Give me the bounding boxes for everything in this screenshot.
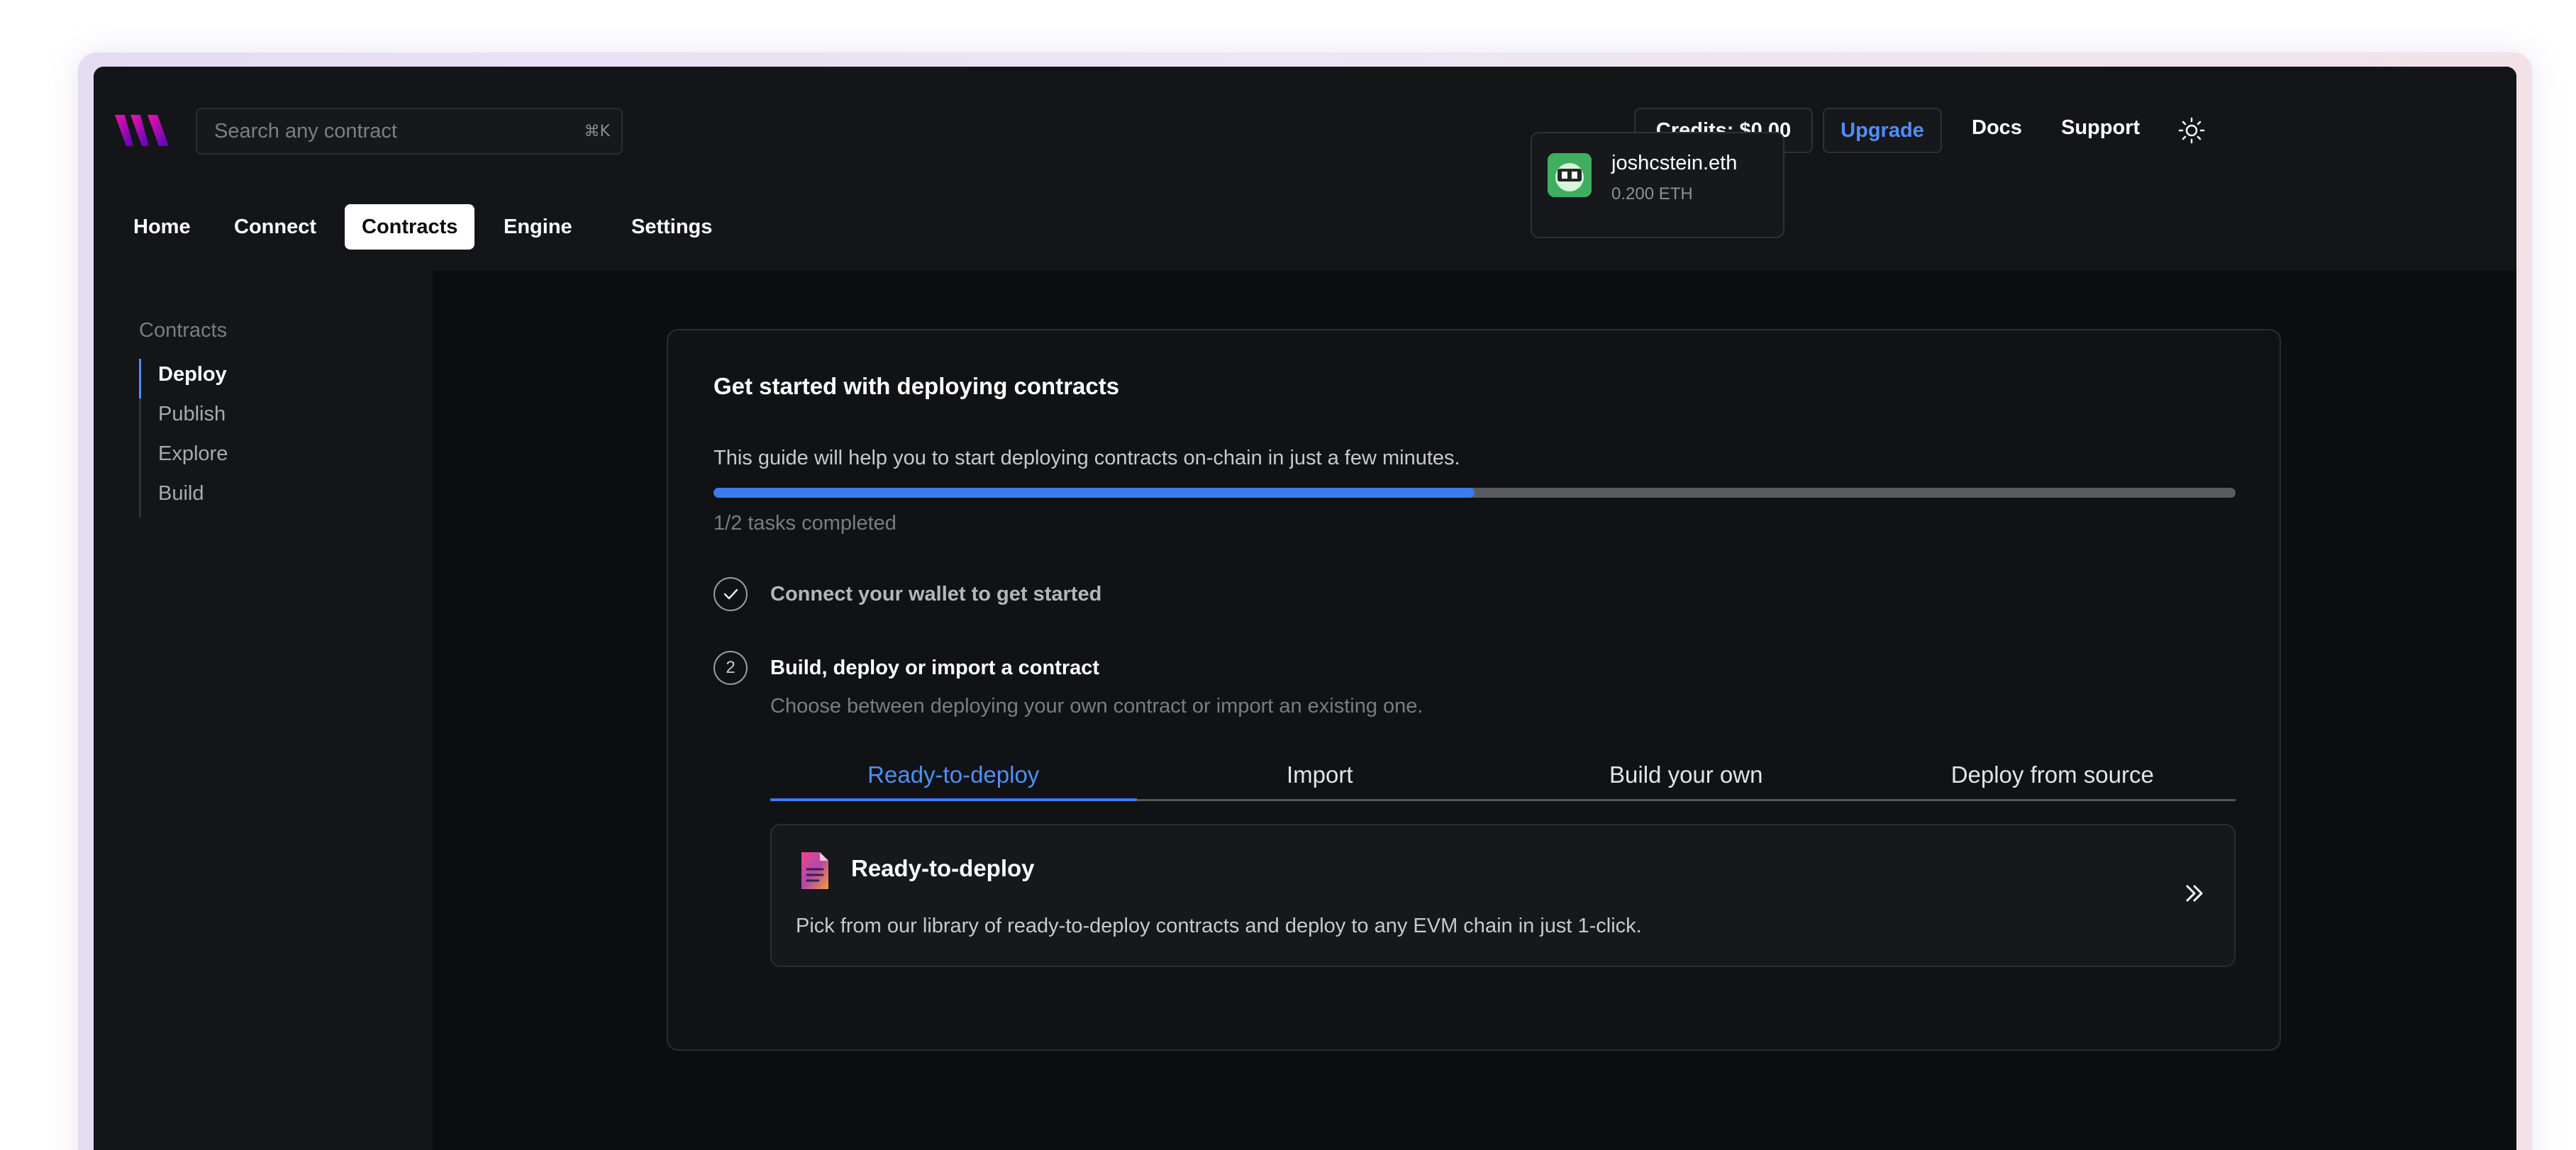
docs-link[interactable]: Docs: [1972, 116, 2022, 140]
nav-tab-engine[interactable]: Engine: [487, 204, 589, 250]
app-window: ⌘K Credits: $0.00 Upgrade Docs Support: [94, 67, 2516, 1150]
progress-bar: [714, 488, 2236, 498]
sidebar-item-publish[interactable]: Publish: [139, 398, 228, 438]
nav-tab-home[interactable]: Home: [116, 204, 208, 250]
tab-ready-to-deploy[interactable]: Ready-to-deploy: [770, 759, 1137, 801]
tasks-completed-status: 1/2 tasks completed: [714, 512, 896, 535]
double-chevron-right-icon[interactable]: [2180, 879, 2209, 908]
nav-tab-settings[interactable]: Settings: [614, 204, 729, 250]
sidebar-item-explore[interactable]: Explore: [139, 438, 228, 478]
nav-tab-connect[interactable]: Connect: [217, 204, 333, 250]
step-complete-check-icon: [714, 577, 748, 611]
tab-build-your-own[interactable]: Build your own: [1503, 759, 1870, 799]
search-shortcut-hint: ⌘K: [584, 122, 610, 140]
sidebar-item-build[interactable]: Build: [139, 478, 228, 518]
get-started-card: Get started with deploying contracts Thi…: [667, 329, 2281, 1051]
sidebar-list: Deploy Publish Explore Build: [139, 359, 228, 518]
search-input[interactable]: [214, 119, 555, 143]
step-build-deploy-title: Build, deploy or import a contract: [770, 657, 1100, 679]
deploy-method-tabs: Ready-to-deploy Import Build your own De…: [770, 759, 2236, 801]
wallet-avatar-icon: [1548, 153, 1592, 197]
contracts-sidebar: Contracts Deploy Publish Explore Build: [94, 271, 433, 1150]
progress-bar-fill: [714, 488, 1475, 498]
step-build-deploy-description: Choose between deploying your own contra…: [770, 695, 1423, 718]
sidebar-heading: Contracts: [139, 319, 228, 342]
thirdweb-logo-icon[interactable]: [115, 111, 174, 150]
support-link[interactable]: Support: [2061, 116, 2140, 140]
option-title: Ready-to-deploy: [851, 855, 1035, 881]
upgrade-button[interactable]: Upgrade: [1823, 108, 1942, 153]
top-header: ⌘K Credits: $0.00 Upgrade Docs Support: [94, 67, 2516, 271]
wallet-ens-name: joshcstein.eth: [1611, 152, 1738, 174]
card-subtitle: This guide will help you to start deploy…: [714, 447, 1460, 469]
wallet-balance: 0.200 ETH: [1611, 184, 1693, 203]
tab-deploy-from-source[interactable]: Deploy from source: [1870, 759, 2236, 799]
contract-document-icon: [801, 852, 828, 889]
tab-import[interactable]: Import: [1137, 759, 1504, 799]
option-description: Pick from our library of ready-to-deploy…: [796, 915, 1642, 937]
theme-toggle-sun-icon[interactable]: [2177, 116, 2206, 145]
contract-search[interactable]: ⌘K: [196, 108, 623, 155]
card-title: Get started with deploying contracts: [714, 373, 1120, 399]
sidebar-item-deploy[interactable]: Deploy: [139, 359, 228, 398]
nav-tab-contracts[interactable]: Contracts: [345, 204, 475, 250]
connected-wallet-button[interactable]: joshcstein.eth 0.200 ETH: [1531, 132, 1784, 238]
step-number-badge: 2: [714, 651, 748, 685]
ready-to-deploy-option-card[interactable]: Ready-to-deploy Pick from our library of…: [770, 824, 2236, 967]
step-connect-wallet-title: Connect your wallet to get started: [770, 583, 1102, 605]
